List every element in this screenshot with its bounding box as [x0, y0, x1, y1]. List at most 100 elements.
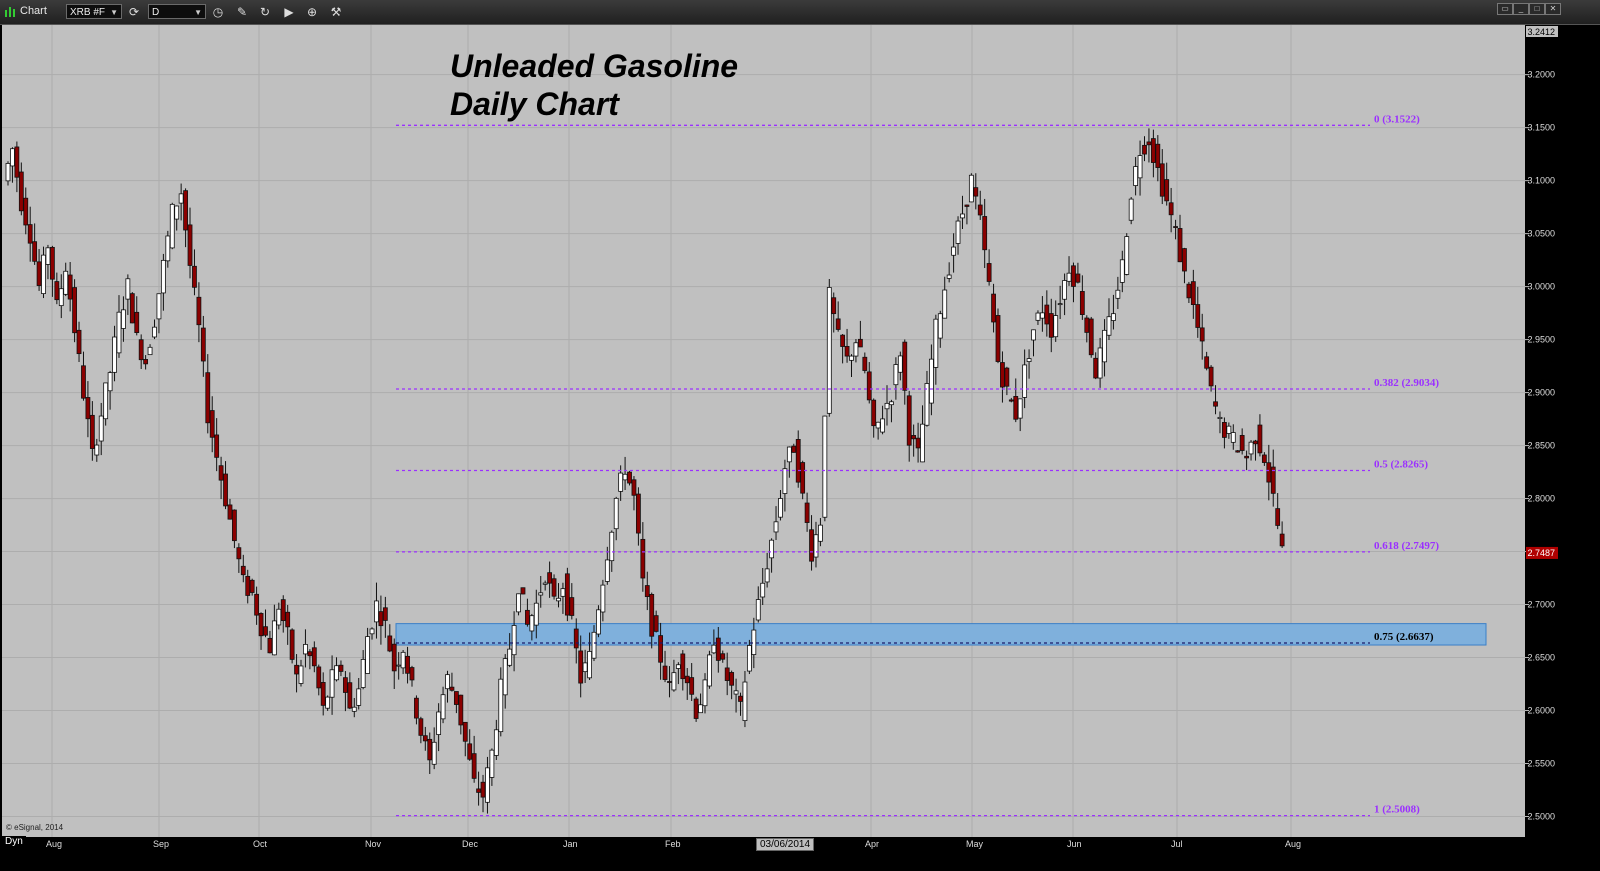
candle-body [196, 296, 202, 326]
candle-body [98, 415, 104, 442]
interval-select[interactable]: D ▼ [148, 4, 206, 19]
candle-body [1093, 357, 1099, 379]
candle-body [844, 345, 850, 357]
candle-body [675, 664, 681, 669]
candle-body [840, 334, 846, 347]
candle-body [1248, 441, 1254, 455]
candle-body [445, 674, 450, 690]
cycle-icon[interactable]: ↻ [257, 4, 273, 20]
candle-body [347, 682, 353, 709]
y-tick-label: 2.6500 [1527, 653, 1555, 663]
y-tick-label: 2.7000 [1527, 600, 1555, 610]
candle-body [920, 423, 925, 463]
candle-body [200, 327, 206, 362]
fib-level-label: 0 (3.1522) [1374, 113, 1420, 125]
candle-body [1053, 315, 1059, 338]
candle-body [1102, 329, 1107, 363]
chart-subtitle-line: Daily Chart [450, 86, 619, 122]
candle-body [818, 524, 823, 542]
candle-body [232, 509, 237, 542]
candle-body [516, 593, 521, 613]
candle-body [160, 259, 166, 294]
candle-body [636, 493, 641, 534]
candle-body [849, 355, 854, 361]
dyn-label[interactable]: Dyn [2, 836, 26, 847]
candle-body [356, 688, 362, 706]
tools-icon[interactable]: ⚒ [328, 4, 344, 20]
candle-body [667, 681, 672, 683]
candle-body [906, 395, 912, 446]
candle-body [458, 694, 464, 726]
candle-body [338, 664, 344, 672]
candle-body [147, 346, 153, 356]
candle-body [414, 697, 419, 719]
candle-body [1177, 228, 1183, 263]
interval-value: D [152, 7, 160, 18]
candle-body [533, 602, 539, 626]
candle-body [502, 658, 508, 696]
candle-body [116, 311, 122, 354]
candle-body [476, 788, 481, 793]
candle-body [431, 741, 437, 765]
restore-button[interactable]: ▭ [1497, 3, 1513, 15]
candle-body [591, 631, 597, 659]
candle-body [418, 718, 424, 736]
candle-body [1159, 163, 1165, 197]
candle-body [183, 190, 188, 231]
candle-body [929, 358, 934, 404]
top-value-label: 3.2412 [1527, 27, 1555, 37]
symbol-value: XRB #F [70, 7, 106, 18]
candle-body [596, 609, 601, 635]
candle-body [489, 749, 495, 778]
candle-body [245, 575, 251, 596]
maximize-button[interactable]: □ [1529, 3, 1545, 15]
refresh-icon[interactable]: ⟳ [126, 4, 142, 20]
candle-body [1266, 462, 1272, 483]
minimize-button[interactable]: _ [1513, 3, 1529, 15]
candle-body [14, 146, 20, 178]
candle-body [5, 163, 11, 182]
candle-body [436, 711, 442, 735]
candle-body [156, 293, 162, 320]
candle-body [329, 669, 335, 698]
fib-level-label: 0.5 (2.8265) [1374, 458, 1428, 470]
candle-body [556, 597, 561, 602]
candle-body [937, 313, 943, 339]
candle-body [738, 695, 743, 702]
candle-body [973, 187, 979, 197]
close-button[interactable]: ✕ [1545, 3, 1561, 15]
candle-body [715, 637, 721, 661]
zoom-icon[interactable]: ⊕ [304, 4, 320, 20]
chart-title-line: Unleaded Gasoline [450, 48, 739, 84]
x-tick-label: May [966, 839, 984, 849]
candle-body [1013, 396, 1019, 420]
x-tick-label: Sep [153, 839, 169, 849]
symbol-select[interactable]: XRB #F ▼ [66, 4, 122, 19]
candle-body [267, 637, 273, 654]
y-tick-label: 2.8000 [1527, 494, 1555, 504]
candle-body [689, 677, 695, 695]
play-icon[interactable]: ▶ [281, 4, 297, 20]
candle-body [507, 648, 513, 666]
candle-body [1261, 454, 1267, 463]
x-tick-label: Jan [563, 839, 578, 849]
candle-body [1222, 422, 1227, 438]
candle-body [307, 651, 313, 657]
candle-body [1230, 432, 1236, 443]
candle-body [1071, 265, 1076, 287]
candle-body [134, 311, 140, 333]
candle-body [1124, 236, 1130, 275]
candle-body [529, 615, 535, 632]
chart-area[interactable]: 0 (3.1522) 0.382 (2.9034) 0.5 (2.8265) 0.61… [2, 25, 1559, 850]
clock-icon[interactable]: ◷ [210, 4, 226, 20]
pencil-icon[interactable]: ✎ [234, 4, 250, 20]
candle-body [582, 662, 588, 673]
candle-body [129, 293, 135, 324]
candle-body [915, 437, 921, 449]
candle-body [729, 672, 735, 686]
candle-body [831, 297, 837, 315]
candle-body [23, 197, 29, 226]
candle-body [1039, 312, 1045, 319]
candle-body [671, 672, 677, 691]
candle-body [587, 651, 592, 679]
